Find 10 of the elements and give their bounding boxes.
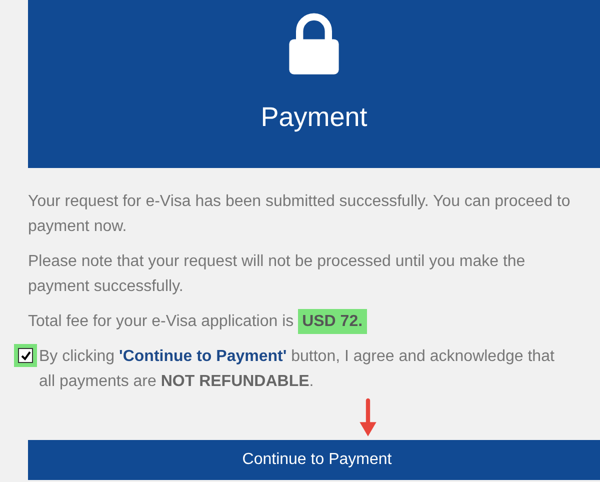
fee-text: Total fee for your e-Visa application is USD 72. xyxy=(28,309,588,334)
page-title: Payment xyxy=(260,102,368,133)
agreement-text: By clicking 'Continue to Payment' button, I agree and acknowledge that all payments are NOT REFUNDABLE. xyxy=(39,347,556,392)
continue-to-payment-button[interactable]: Continue to Payment xyxy=(28,440,600,480)
check-icon xyxy=(20,350,32,362)
lock-icon xyxy=(286,12,342,76)
message-text: Please note that your request will not be processed until you make the payment successfully. xyxy=(28,252,526,297)
down-arrow-icon xyxy=(358,398,378,438)
message-text: Your request for e-Visa has been submitted successfully. You can proceed to payment now. xyxy=(28,192,572,237)
agree-checkbox[interactable] xyxy=(14,344,37,367)
